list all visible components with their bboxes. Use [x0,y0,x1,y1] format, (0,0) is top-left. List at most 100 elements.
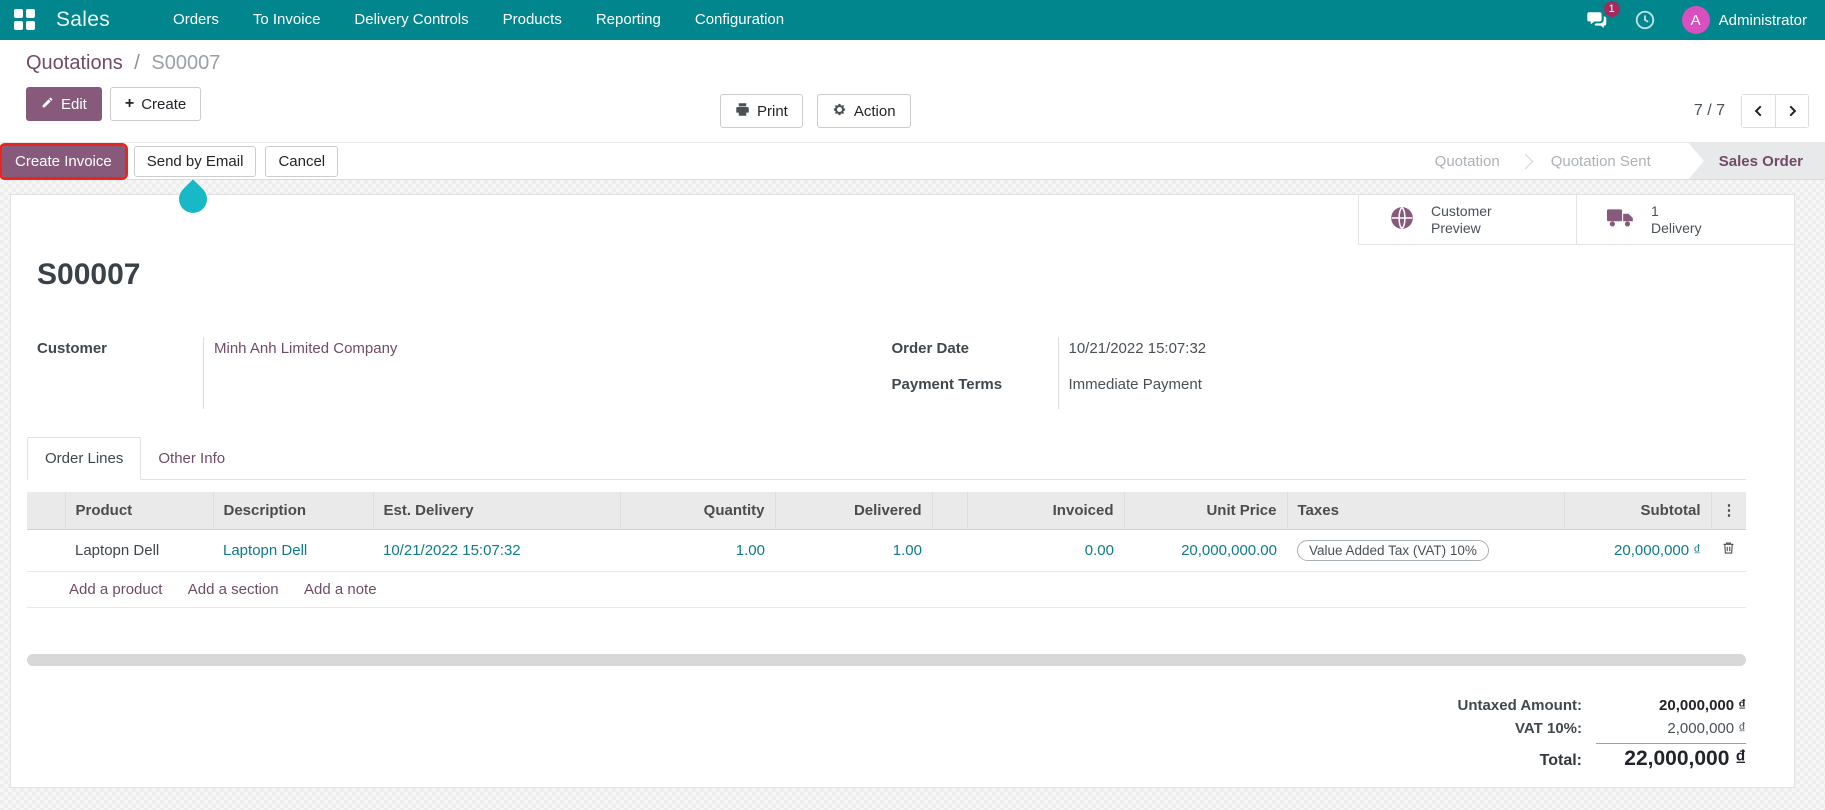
breadcrumb-quotations-link[interactable]: Quotations [26,52,123,74]
cell-description[interactable]: Laptopn Dell [213,529,373,572]
vat-row: VAT 10%: 2,000,000 ₫ [1416,717,1746,740]
order-lines-table: Product Description Est. Delivery Quanti… [27,492,1746,608]
nav-item-delivery-controls[interactable]: Delivery Controls [337,0,485,40]
add-section-link[interactable]: Add a section [188,581,279,598]
sales-order-form-page: Sales Orders To Invoice Delivery Control… [0,0,1825,810]
payment-terms-value: Immediate Payment [1057,373,1747,409]
cell-invoiced[interactable]: 0.00 [967,529,1124,572]
truck-icon [1607,206,1635,234]
cell-delivered[interactable]: 1.00 [775,529,932,572]
customer-preview-button[interactable]: Customer Preview [1358,195,1576,245]
control-panel: Quotations / S00007 Edit + Create Print … [0,40,1825,142]
cell-subtotal[interactable]: 20,000,000 ₫ [1564,529,1711,572]
order-date-field-row: Order Date 10/21/2022 15:07:32 [892,337,1747,373]
activities-clock-icon[interactable] [1634,9,1656,31]
apps-menu-icon[interactable] [14,9,36,31]
cell-quantity[interactable]: 1.00 [620,529,775,572]
add-product-link[interactable]: Add a product [69,581,162,598]
pager-next-button[interactable] [1775,95,1808,127]
add-note-link[interactable]: Add a note [304,581,377,598]
col-invoiced[interactable]: Invoiced [966,492,1124,530]
untaxed-amount-value: 20,000,000 ₫ [1659,696,1746,714]
form-sheet: Customer Preview 1 Delivery S00007 Custo… [10,194,1795,788]
tab-other-info[interactable]: Other Info [141,438,242,479]
plus-icon: + [124,95,135,112]
nav-item-reporting[interactable]: Reporting [579,0,678,40]
state-quotation[interactable]: Quotation [1411,153,1524,170]
state-quotation-sent[interactable]: Quotation Sent [1527,153,1675,170]
cell-est-delivery[interactable]: 10/21/2022 15:07:32 [373,529,620,572]
customer-label: Customer [37,340,108,357]
col-delivered[interactable]: Delivered [774,492,932,530]
action-button[interactable]: Action [816,94,911,128]
breadcrumb-separator: / [134,52,140,74]
field-groups: Customer Minh Anh Limited Company Order … [37,337,1746,409]
left-field-group: Customer Minh Anh Limited Company [37,337,892,409]
record-title: S00007 [37,258,141,291]
delete-line-button[interactable] [1711,529,1746,572]
vat-value: 2,000,000 ₫ [1667,719,1746,737]
optional-columns-icon[interactable]: ⋮ [1710,492,1746,530]
create-button-label: Create [141,95,187,113]
col-taxes[interactable]: Taxes [1286,492,1564,530]
user-menu[interactable]: A Administrator [1681,6,1807,34]
send-by-email-button[interactable]: Send by Email [133,145,257,177]
delivery-button[interactable]: 1 Delivery [1576,195,1794,245]
action-button-label: Action [853,102,896,120]
app-brand[interactable]: Sales [56,8,110,32]
payment-terms-label: Payment Terms [891,376,1003,393]
pager-previous-button[interactable] [1742,95,1775,127]
cell-unit-price[interactable]: 20,000,000.00 [1124,529,1287,572]
customer-link[interactable]: Minh Anh Limited Company [214,340,397,357]
pencil-icon [41,96,54,113]
cancel-button[interactable]: Cancel [265,145,339,177]
delivery-count: 1 [1651,202,1659,219]
printer-icon [735,102,750,121]
nav-item-to-invoice[interactable]: To Invoice [236,0,338,40]
nav-item-products[interactable]: Products [486,0,579,40]
table-horizontal-scrollbar[interactable] [27,653,1746,666]
systray: 1 A Administrator [1586,1,1807,34]
customer-preview-label: Customer Preview [1431,202,1492,236]
col-est-delivery[interactable]: Est. Delivery [372,492,620,530]
col-subtotal[interactable]: Subtotal [1563,492,1711,530]
create-button[interactable]: + Create [109,87,202,121]
pager: 7 / 7 [1694,94,1809,128]
col-product[interactable]: Product [64,492,213,530]
totals-block: Untaxed Amount: 20,000,000 ₫ VAT 10%: 2,… [1416,694,1746,774]
nav-item-configuration[interactable]: Configuration [678,0,801,40]
breadcrumb-current: S00007 [151,52,221,74]
right-field-group: Order Date 10/21/2022 15:07:32 Payment T… [892,337,1747,409]
cell-product[interactable]: Laptopn Dell [65,529,213,572]
col-unit-price[interactable]: Unit Price [1123,492,1287,530]
content-area: Customer Preview 1 Delivery S00007 Custo… [0,180,1825,810]
create-invoice-button[interactable]: Create Invoice [0,142,128,180]
messages-icon[interactable]: 1 [1586,1,1620,31]
col-description[interactable]: Description [212,492,373,530]
add-links-row: Add a product Add a section Add a note [27,571,1746,608]
notebook-tabs: Order Lines Other Info [27,437,1746,480]
col-spacer [931,492,967,530]
col-quantity[interactable]: Quantity [619,492,775,530]
total-label: Total: [1539,751,1582,769]
table-header-row: Product Description Est. Delivery Quanti… [27,492,1746,530]
nav-item-orders[interactable]: Orders [156,0,236,40]
order-line-row[interactable]: Laptopn Dell Laptopn Dell 10/21/2022 15:… [27,529,1746,572]
delivery-label: Delivery [1651,219,1702,236]
cell-taxes[interactable]: Value Added Tax (VAT) 10% [1287,529,1564,572]
avatar: A [1681,6,1710,34]
row-handle-cell [27,529,65,572]
statusbar-buttons: Create Invoice Send by Email Cancel [0,142,339,180]
top-navbar: Sales Orders To Invoice Delivery Control… [0,0,1825,40]
tax-tag[interactable]: Value Added Tax (VAT) 10% [1297,539,1489,561]
handle-column-header [27,492,65,530]
statusbar-states: Quotation Quotation Sent Sales Order [1411,143,1825,179]
globe-icon [1389,205,1415,235]
print-button[interactable]: Print [720,94,803,128]
tab-order-lines[interactable]: Order Lines [27,437,142,480]
state-sales-order[interactable]: Sales Order [1688,143,1825,179]
edit-button[interactable]: Edit [26,87,102,121]
untaxed-amount-label: Untaxed Amount: [1457,696,1582,714]
order-date-label: Order Date [891,340,970,357]
cell-spacer [932,529,967,572]
